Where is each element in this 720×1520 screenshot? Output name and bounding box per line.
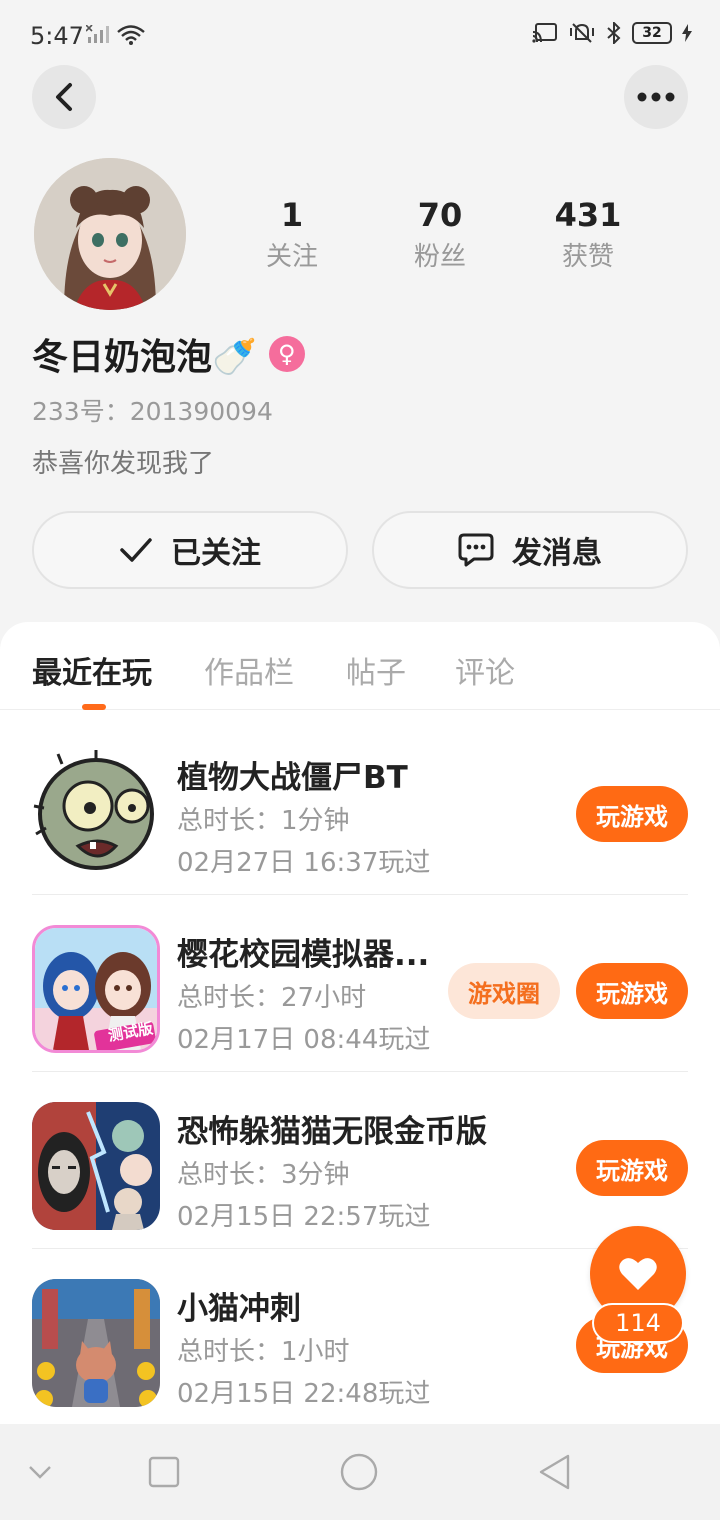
recent-apps-icon[interactable] xyxy=(148,1456,180,1488)
status-time: 5:47 xyxy=(30,22,84,50)
signal-icon xyxy=(86,25,109,43)
game-icon-sakura: 测试版 xyxy=(32,925,160,1053)
game-title: 樱花校园模拟器... xyxy=(177,937,430,973)
female-gender-icon: ♀ xyxy=(268,336,305,372)
stat-likes-count: 431 xyxy=(554,196,622,234)
game-icon-hide-and-seek xyxy=(32,1102,160,1230)
stat-fans-label: 粉丝 xyxy=(413,242,466,272)
send-message-button-label: 发消息 xyxy=(512,536,602,571)
game-title: 恐怖躲猫猫无限金币版 xyxy=(177,1114,487,1150)
check-icon xyxy=(120,538,152,562)
play-game-button[interactable]: 玩游戏 xyxy=(576,963,688,1019)
nickname: 冬日奶泡泡🍼 xyxy=(32,337,257,378)
game-row-2[interactable]: 测试版 樱花校园模拟器... 总时长：27小时 02月17日 08:44玩过 游… xyxy=(32,895,720,1072)
game-last-played: 02月27日 16:37玩过 xyxy=(177,848,431,878)
user-id: 233号：201390094 xyxy=(32,397,273,426)
wifi-icon xyxy=(117,25,145,45)
back-nav-icon[interactable] xyxy=(538,1454,572,1490)
stat-following-count: 1 xyxy=(280,196,304,234)
bluetooth-icon xyxy=(607,22,621,44)
nav-collapse-icon[interactable] xyxy=(28,1464,52,1480)
tab-works[interactable]: 作品栏 xyxy=(204,648,294,692)
more-button[interactable] xyxy=(624,65,688,129)
game-last-played: 02月15日 22:57玩过 xyxy=(177,1202,431,1232)
tab-comments[interactable]: 评论 xyxy=(455,648,515,692)
more-dots-icon xyxy=(637,92,675,102)
play-game-button[interactable]: 玩游戏 xyxy=(576,786,688,842)
stat-following[interactable]: 1 关注 xyxy=(232,195,352,279)
avatar[interactable] xyxy=(34,158,186,310)
game-duration: 总时长：27小时 xyxy=(177,983,367,1013)
vibrate-icon xyxy=(570,23,594,43)
tab-posts[interactable]: 帖子 xyxy=(346,648,406,692)
stat-fans-count: 70 xyxy=(417,196,463,234)
tab-indicator xyxy=(82,704,106,710)
tab-bar: 最近在玩 作品栏 帖子 评论 xyxy=(0,622,720,710)
game-icon-cat-run xyxy=(32,1279,160,1407)
status-bar: 5:47 32 xyxy=(0,0,720,72)
following-button-label: 已关注 xyxy=(171,536,261,571)
bio: 恭喜你发现我了 xyxy=(32,449,215,479)
back-button[interactable] xyxy=(32,65,96,129)
status-right-icons: 32 xyxy=(532,22,692,44)
game-last-played: 02月17日 08:44玩过 xyxy=(177,1025,431,1055)
chevron-left-icon xyxy=(56,83,72,111)
stat-following-label: 关注 xyxy=(265,242,318,272)
game-last-played: 02月15日 22:48玩过 xyxy=(177,1379,431,1409)
home-icon[interactable] xyxy=(340,1453,378,1491)
battery-indicator: 32 xyxy=(632,22,672,44)
stat-likes-label: 获赞 xyxy=(561,242,614,272)
send-message-button[interactable]: 发消息 xyxy=(372,511,688,589)
game-row-3[interactable]: 恐怖躲猫猫无限金币版 总时长：3分钟 02月15日 22:57玩过 玩游戏 xyxy=(32,1072,720,1249)
game-icon-zombie xyxy=(32,748,160,876)
chat-bubble-icon xyxy=(458,533,494,567)
cast-icon xyxy=(532,23,557,43)
like-count: 114 xyxy=(592,1303,684,1343)
game-row-1[interactable]: 植物大战僵尸BT 总时长：1分钟 02月27日 16:37玩过 玩游戏 xyxy=(32,718,720,895)
stat-likes[interactable]: 431 获赞 xyxy=(528,195,648,279)
charging-icon xyxy=(682,24,692,42)
avatar-image xyxy=(34,158,186,310)
status-left-icons xyxy=(86,24,146,46)
game-title: 植物大战僵尸BT xyxy=(177,760,408,796)
heart-icon xyxy=(619,1258,657,1290)
stat-fans[interactable]: 70 粉丝 xyxy=(380,195,500,279)
game-circle-button[interactable]: 游戏圈 xyxy=(448,963,560,1019)
game-title: 小猫冲刺 xyxy=(177,1291,301,1327)
game-duration: 总时长：3分钟 xyxy=(177,1160,350,1190)
game-duration: 总时长：1小时 xyxy=(177,1337,350,1367)
tab-recent-play[interactable]: 最近在玩 xyxy=(32,648,152,692)
game-duration: 总时长：1分钟 xyxy=(177,806,350,836)
nickname-row: 冬日奶泡泡🍼 ♀ xyxy=(32,328,305,380)
following-button[interactable]: 已关注 xyxy=(32,511,348,589)
play-game-button[interactable]: 玩游戏 xyxy=(576,1140,688,1196)
system-nav-bar xyxy=(0,1424,720,1520)
